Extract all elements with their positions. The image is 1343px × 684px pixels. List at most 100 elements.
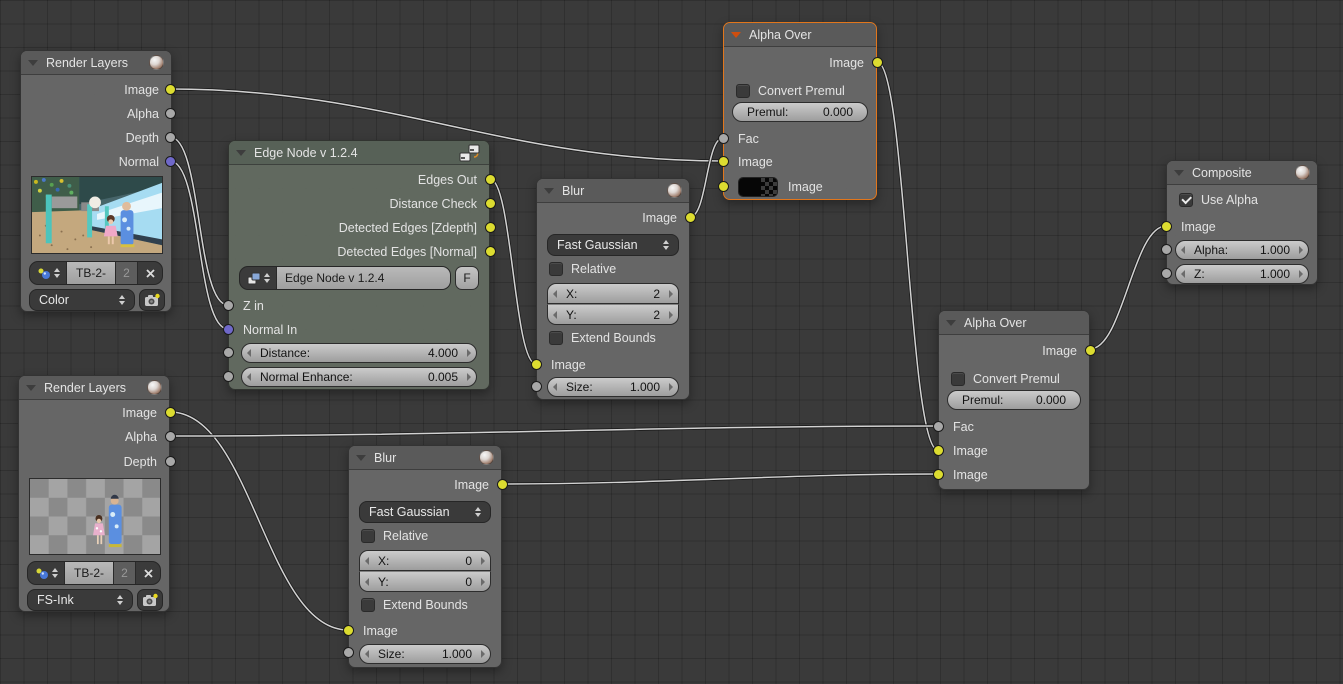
- user-count-button[interactable]: 2: [113, 562, 135, 584]
- collapse-triangle-icon[interactable]: [731, 32, 741, 38]
- socket-composite-z-in[interactable]: [1161, 268, 1172, 279]
- decrement-arrow[interactable]: [365, 557, 369, 565]
- socket-blur-top-image-out[interactable]: [685, 212, 696, 223]
- collapse-triangle-icon[interactable]: [26, 385, 36, 391]
- node-header[interactable]: Composite: [1167, 161, 1317, 185]
- socket-ao-top-fac-in[interactable]: [718, 133, 729, 144]
- socket-composite-alpha-in[interactable]: [1161, 244, 1172, 255]
- scene-name-field[interactable]: TB-2-: [66, 262, 115, 284]
- user-count-button[interactable]: 2: [115, 262, 137, 284]
- collapse-triangle-icon[interactable]: [356, 455, 366, 461]
- node-header[interactable]: Render Layers: [19, 376, 169, 400]
- increment-arrow[interactable]: [669, 383, 673, 391]
- node-header[interactable]: Blur: [349, 446, 501, 470]
- socket-edge-detected-normal-out[interactable]: [485, 246, 496, 257]
- increment-arrow[interactable]: [481, 578, 485, 586]
- collapse-triangle-icon[interactable]: [236, 150, 246, 156]
- scene-stepper-icon[interactable]: [52, 568, 58, 578]
- decrement-arrow[interactable]: [553, 311, 557, 319]
- premul-field[interactable]: Premul: 0.000: [947, 390, 1081, 410]
- fake-user-button[interactable]: F: [455, 266, 479, 290]
- extend-bounds-checkbox[interactable]: [361, 598, 375, 612]
- blur-x-field[interactable]: X: 0: [359, 550, 491, 571]
- size-slider[interactable]: Size: 1.000: [359, 644, 491, 664]
- node-header[interactable]: Blur: [537, 179, 689, 203]
- socket-rl-top-alpha-out[interactable]: [165, 108, 176, 119]
- node-header[interactable]: Edge Node v 1.2.4: [229, 141, 489, 165]
- use-alpha-checkbox[interactable]: [1179, 193, 1193, 207]
- socket-rl-top-normal-out[interactable]: [165, 156, 176, 167]
- socket-rl-top-image-out[interactable]: [165, 84, 176, 95]
- decrement-arrow[interactable]: [553, 290, 557, 298]
- group-name-field[interactable]: Edge Node v 1.2.4: [276, 267, 450, 289]
- filter-type-select[interactable]: Fast Gaussian: [547, 234, 679, 256]
- scene-name-field[interactable]: TB-2-: [64, 562, 113, 584]
- filter-type-select[interactable]: Fast Gaussian: [359, 501, 491, 523]
- increment-arrow[interactable]: [669, 311, 673, 319]
- socket-blur-top-image-in[interactable]: [531, 359, 542, 370]
- scene-stepper-icon[interactable]: [54, 268, 60, 278]
- increment-arrow[interactable]: [467, 349, 471, 357]
- increment-arrow[interactable]: [481, 557, 485, 565]
- render-layer-select[interactable]: Color: [29, 289, 135, 311]
- socket-composite-image-in[interactable]: [1161, 221, 1172, 232]
- group-browse-button[interactable]: [240, 267, 276, 289]
- scene-selector[interactable]: TB-2- 2: [27, 561, 161, 585]
- convert-premul-checkbox-row[interactable]: Convert Premul: [736, 82, 845, 99]
- socket-rl-bottom-image-out[interactable]: [165, 407, 176, 418]
- socket-ao-right-image-out[interactable]: [1085, 345, 1096, 356]
- socket-edge-normal-in[interactable]: [223, 324, 234, 335]
- node-blur-top[interactable]: Blur Image Fast Gaussian Relative X: 2 Y…: [536, 178, 690, 400]
- socket-edge-z-in[interactable]: [223, 300, 234, 311]
- increment-arrow[interactable]: [467, 373, 471, 381]
- extend-bounds-checkbox-row[interactable]: Extend Bounds: [549, 329, 656, 346]
- convert-premul-checkbox[interactable]: [951, 372, 965, 386]
- z-field[interactable]: Z: 1.000: [1175, 264, 1309, 284]
- relative-checkbox-row[interactable]: Relative: [361, 527, 428, 544]
- socket-rl-bottom-depth-out[interactable]: [165, 456, 176, 467]
- relative-checkbox[interactable]: [549, 262, 563, 276]
- node-composite[interactable]: Composite Use Alpha Image Alpha: 1.000 Z…: [1166, 160, 1318, 285]
- relative-checkbox[interactable]: [361, 529, 375, 543]
- rerender-layer-button[interactable]: [137, 589, 163, 611]
- node-header[interactable]: Alpha Over: [939, 311, 1089, 335]
- socket-edge-distance-in[interactable]: [223, 347, 234, 358]
- node-alpha-over-right[interactable]: Alpha Over Image Convert Premul Premul: …: [938, 310, 1090, 490]
- socket-edge-detected-zdepth-out[interactable]: [485, 222, 496, 233]
- socket-ao-right-image1-in[interactable]: [933, 445, 944, 456]
- socket-edge-normal-enhance-in[interactable]: [223, 371, 234, 382]
- preview-sphere-icon[interactable]: [1295, 165, 1310, 180]
- decrement-arrow[interactable]: [1181, 246, 1185, 254]
- socket-ao-right-image2-in[interactable]: [933, 469, 944, 480]
- node-edge-node-group[interactable]: Edge Node v 1.2.4 Edges Out Distance Che…: [228, 140, 490, 390]
- collapse-triangle-icon[interactable]: [544, 188, 554, 194]
- node-alpha-over-top[interactable]: Alpha Over Image Convert Premul Premul: …: [723, 22, 877, 200]
- color-swatch[interactable]: [738, 177, 778, 197]
- unlink-button[interactable]: [135, 562, 160, 584]
- socket-ao-top-image1-in[interactable]: [718, 156, 729, 167]
- unlink-button[interactable]: [137, 262, 162, 284]
- node-header[interactable]: Render Layers: [21, 51, 171, 75]
- group-stepper-icon[interactable]: [264, 273, 270, 283]
- decrement-arrow[interactable]: [553, 383, 557, 391]
- increment-arrow[interactable]: [481, 650, 485, 658]
- normal-enhance-slider[interactable]: Normal Enhance: 0.005: [241, 367, 477, 387]
- blur-y-field[interactable]: Y: 2: [547, 304, 679, 325]
- preview-sphere-icon[interactable]: [149, 55, 164, 70]
- group-datablock-selector[interactable]: Edge Node v 1.2.4: [239, 266, 451, 290]
- decrement-arrow[interactable]: [365, 650, 369, 658]
- socket-blur-bottom-image-out[interactable]: [497, 479, 508, 490]
- decrement-arrow[interactable]: [247, 349, 251, 357]
- node-editor-canvas[interactable]: Render Layers Image Alpha Depth Normal: [0, 0, 1343, 684]
- extend-bounds-checkbox[interactable]: [549, 331, 563, 345]
- alpha-field[interactable]: Alpha: 1.000: [1175, 240, 1309, 260]
- scene-browse-button[interactable]: [30, 262, 66, 284]
- collapse-triangle-icon[interactable]: [1174, 170, 1184, 176]
- size-slider[interactable]: Size: 1.000: [547, 377, 679, 397]
- collapse-triangle-icon[interactable]: [946, 320, 956, 326]
- socket-blur-top-size-in[interactable]: [531, 381, 542, 392]
- scene-selector[interactable]: TB-2- 2: [29, 261, 163, 285]
- collapse-triangle-icon[interactable]: [28, 60, 38, 66]
- preview-sphere-icon[interactable]: [667, 183, 682, 198]
- convert-premul-checkbox[interactable]: [736, 84, 750, 98]
